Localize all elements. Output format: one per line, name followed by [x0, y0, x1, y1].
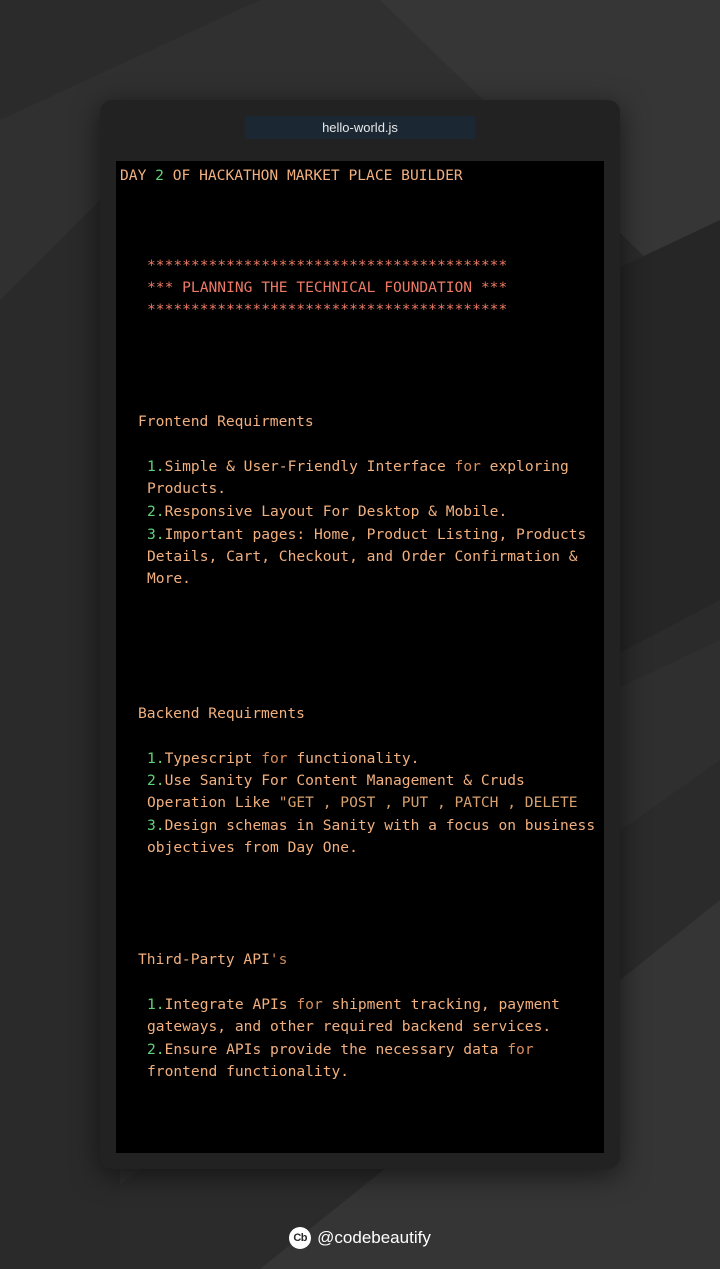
backend-item-2: 2.Use Sanity For Content Management & Cr… — [147, 772, 525, 790]
item-number: 1. — [147, 750, 165, 767]
item-text: Integrate APIs — [164, 996, 297, 1013]
item-text: Responsive Layout For Desktop & Mobile. — [164, 503, 508, 520]
frontend-item-3-cont: Details, Cart, Checkout, and Order Confi… — [147, 548, 578, 565]
keyword-for: for — [261, 750, 288, 767]
footer-branding: Cb @codebeautify — [0, 1225, 720, 1251]
backend-item-1: 1.Typescript for functionality. — [147, 750, 419, 768]
frontend-heading: Frontend Requirments — [138, 413, 314, 430]
file-tab[interactable]: hello-world.js — [245, 116, 475, 139]
item-text: exploring — [480, 458, 569, 475]
item-number: 2. — [147, 1041, 165, 1058]
heading-text: Third-Party API — [138, 951, 270, 968]
backend-item-3: 3.Design schemas in Sanity with a focus … — [147, 817, 595, 835]
item-text: Ensure APIs provide the necessary data — [164, 1041, 508, 1058]
backend-item-2-cont: Operation Like "GET , POST , PUT , PATCH… — [147, 794, 578, 812]
thirdparty-heading: Third-Party API's — [138, 951, 287, 969]
item-number: 3. — [147, 526, 165, 543]
item-text: Simple & User-Friendly Interface — [164, 458, 455, 475]
banner-stars-top: ****************************************… — [147, 257, 508, 274]
backend-item-3-cont: objectives from Day One. — [147, 839, 358, 856]
item-text: shipment tracking, payment — [322, 996, 560, 1013]
code-editor[interactable]: DAY 2 OF HACKATHON MARKET PLACE BUILDER … — [116, 161, 604, 1153]
thirdparty-item-1-cont: gateways, and other required backend ser… — [147, 1018, 552, 1035]
frontend-item-1: 1.Simple & User-Friendly Interface for e… — [147, 458, 569, 476]
item-number: 3. — [147, 817, 165, 834]
footer-handle: @codebeautify — [317, 1228, 431, 1247]
thirdparty-item-2: 2.Ensure APIs provide the necessary data… — [147, 1041, 534, 1059]
backend-heading: Backend Requirments — [138, 705, 305, 722]
keyword-for: for — [507, 1041, 534, 1058]
title-text-a: DAY — [120, 167, 156, 184]
frontend-item-1-cont: Products. — [147, 480, 227, 497]
code-line-title: DAY 2 OF HACKATHON MARKET PLACE BUILDER — [120, 167, 463, 185]
code-window: hello-world.js DAY 2 OF HACKATHON MARKET… — [100, 100, 620, 1169]
frontend-item-3: 3.Important pages: Home, Product Listing… — [147, 526, 586, 544]
codebeautify-logo-icon: Cb — [289, 1227, 312, 1249]
frontend-item-2: 2.Responsive Layout For Desktop & Mobile… — [147, 503, 507, 521]
thirdparty-item-2-cont: frontend functionality. — [147, 1063, 350, 1080]
heading-quote: 's — [269, 951, 288, 968]
item-number: 2. — [147, 772, 165, 789]
item-number: 2. — [147, 503, 165, 520]
thirdparty-item-1: 1.Integrate APIs for shipment tracking, … — [147, 996, 560, 1014]
item-number: 1. — [147, 996, 165, 1013]
item-text: Important pages: Home, Product Listing, … — [164, 526, 587, 543]
frontend-item-3-cont: More. — [147, 570, 191, 587]
keyword-for: for — [296, 996, 323, 1013]
keyword-for: for — [454, 458, 481, 475]
item-number: 1. — [147, 458, 165, 475]
title-text-b: OF HACKATHON MARKET PLACE BUILDER — [163, 167, 463, 184]
banner-stars-bottom: ****************************************… — [147, 301, 508, 318]
string-literal: "GET , POST , PUT , PATCH , DELETE — [278, 794, 578, 811]
item-text: functionality. — [287, 750, 420, 767]
item-text: Operation Like — [147, 794, 279, 811]
item-text: Typescript — [164, 750, 262, 767]
item-text: Design schemas in Sanity with a focus on… — [164, 817, 596, 834]
item-text: Use Sanity For Content Management & Crud… — [164, 772, 525, 789]
banner-heading: *** PLANNING THE TECHNICAL FOUNDATION **… — [147, 279, 508, 296]
title-day-number: 2 — [155, 167, 164, 184]
